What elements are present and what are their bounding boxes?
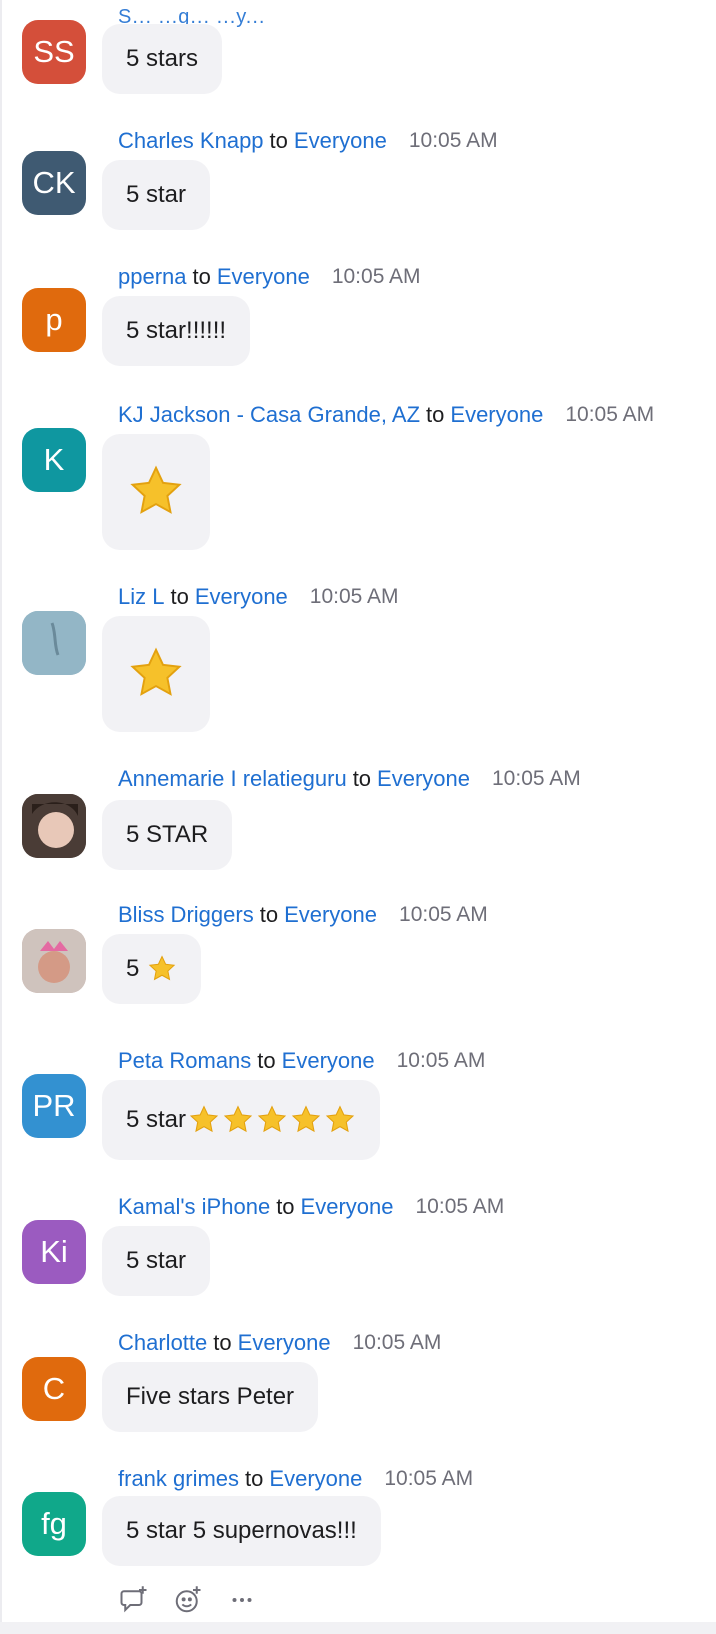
message-bubble[interactable]: 5 star 5 supernovas!!! [102,1496,381,1566]
timestamp: 10:05 AM [352,1331,442,1354]
more-options-icon[interactable] [226,1584,258,1616]
recipient-name[interactable]: Everyone [217,264,310,290]
avatar[interactable]: K [22,428,86,492]
sender-name[interactable]: frank grimes [118,1466,239,1492]
sender-name[interactable]: Peta Romans [118,1048,251,1074]
to-label: to [213,1330,232,1355]
message-text: 5 [126,955,140,982]
timestamp: 10:05 AM [384,1467,474,1490]
star-icon [189,1105,219,1133]
to-label: to [352,766,372,791]
message-header: KJ Jackson - Casa Grande, AZ to Everyone… [118,400,654,430]
recipient-name[interactable]: Everyone [377,766,470,792]
star-emoji-row [188,1104,356,1136]
timestamp: 10:05 AM [399,903,488,926]
timestamp: 10:05 AM [415,1195,505,1218]
sender-name[interactable]: Charlotte [118,1330,207,1356]
timestamp: 10:05 AM [396,1049,486,1072]
add-reaction-icon[interactable] [172,1584,204,1616]
to-label: to [192,264,211,289]
sender-name[interactable]: Bliss Driggers [118,902,254,928]
message-bubble[interactable]: 5 star [102,1226,211,1296]
sender-name[interactable]: pperna [118,264,187,290]
star-icon [223,1105,253,1133]
recipient-name[interactable]: Everyone [450,402,543,428]
message-bubble[interactable]: 5 STAR [102,800,233,870]
avatar-image[interactable] [22,611,86,675]
sender-name[interactable]: Liz L [118,584,164,610]
sender-name[interactable]: Kamal's iPhone [118,1194,270,1220]
recipient-name[interactable]: Everyone [195,584,288,610]
recipient-name[interactable]: Everyone [238,1330,331,1356]
avatar-photo-icon [22,794,86,858]
to-label: to [257,1048,276,1073]
message-bubble[interactable]: 5 [102,934,202,1004]
message-header: Peta Romans to Everyone 10:05 AM [118,1046,485,1076]
avatar[interactable]: PR [22,1074,86,1138]
sender-name[interactable]: Annemarie I relatieguru [118,766,347,792]
timestamp: 10:05 AM [331,265,421,288]
avatar[interactable]: Ki [22,1220,86,1284]
message-bubble[interactable]: 5 star [102,1080,381,1160]
message-header: frank grimes to Everyone 10:05 AM [118,1464,473,1494]
recipient-name[interactable]: Everyone [284,902,377,928]
to-label: to [245,1466,264,1491]
to-label: to [269,128,288,153]
message-bubble[interactable]: 5 star [102,160,211,230]
star-icon [130,647,182,696]
to-label: to [170,584,189,609]
message-header: pperna to Everyone 10:05 AM [118,262,421,292]
star-icon [325,1105,355,1133]
to-label: to [426,402,445,427]
avatar-photo-icon [22,611,86,675]
avatar[interactable]: fg [22,1492,86,1556]
recipient-name[interactable]: Everyone [269,1466,362,1492]
to-label: to [259,902,279,927]
star-icon [130,465,182,514]
timestamp: 10:05 AM [565,403,655,426]
star-icon [149,955,176,981]
recipient-name[interactable]: Everyone [301,1194,394,1220]
reply-thread-icon[interactable] [118,1584,150,1616]
avatar-image[interactable] [22,929,86,993]
avatar[interactable]: CK [22,151,86,215]
to-label: to [276,1194,295,1219]
recipient-name[interactable]: Everyone [294,128,387,154]
timestamp: 10:05 AM [408,129,498,152]
timestamp: 10:05 AM [492,767,581,790]
message-header: Annemarie I relatieguru to Everyone 10:0… [118,764,581,794]
avatar[interactable]: C [22,1357,86,1421]
timestamp: 10:05 AM [309,585,399,608]
message-bubble[interactable] [102,616,210,732]
avatar-photo-icon [22,929,86,993]
avatar[interactable]: p [22,288,86,352]
message-bubble[interactable]: 5 stars [102,24,223,94]
message-bubble[interactable]: Five stars Peter [102,1362,319,1432]
message-header: Kamal's iPhone to Everyone 10:05 AM [118,1192,504,1222]
panel-border [0,0,2,1634]
message-header: Charles Knapp to Everyone 10:05 AM [118,126,498,156]
sender-name[interactable]: Charles Knapp [118,128,264,154]
recipient-name[interactable]: Everyone [282,1048,375,1074]
star-icon [291,1105,321,1133]
star-icon [257,1105,287,1133]
message-text: 5 star [126,1106,187,1133]
avatar-image[interactable] [22,794,86,858]
message-header: Bliss Driggers to Everyone 10:05 AM [118,900,488,930]
message-header: Liz L to Everyone 10:05 AM [118,582,399,612]
message-bubble[interactable]: 5 star!!!!!! [102,296,251,366]
sender-name[interactable]: KJ Jackson - Casa Grande, AZ [118,402,420,428]
message-bubble[interactable] [102,434,210,550]
message-header: Charlotte to Everyone 10:05 AM [118,1328,441,1358]
avatar[interactable]: SS [22,20,86,84]
message-actions [118,1584,258,1616]
bottom-bar [0,1622,716,1634]
